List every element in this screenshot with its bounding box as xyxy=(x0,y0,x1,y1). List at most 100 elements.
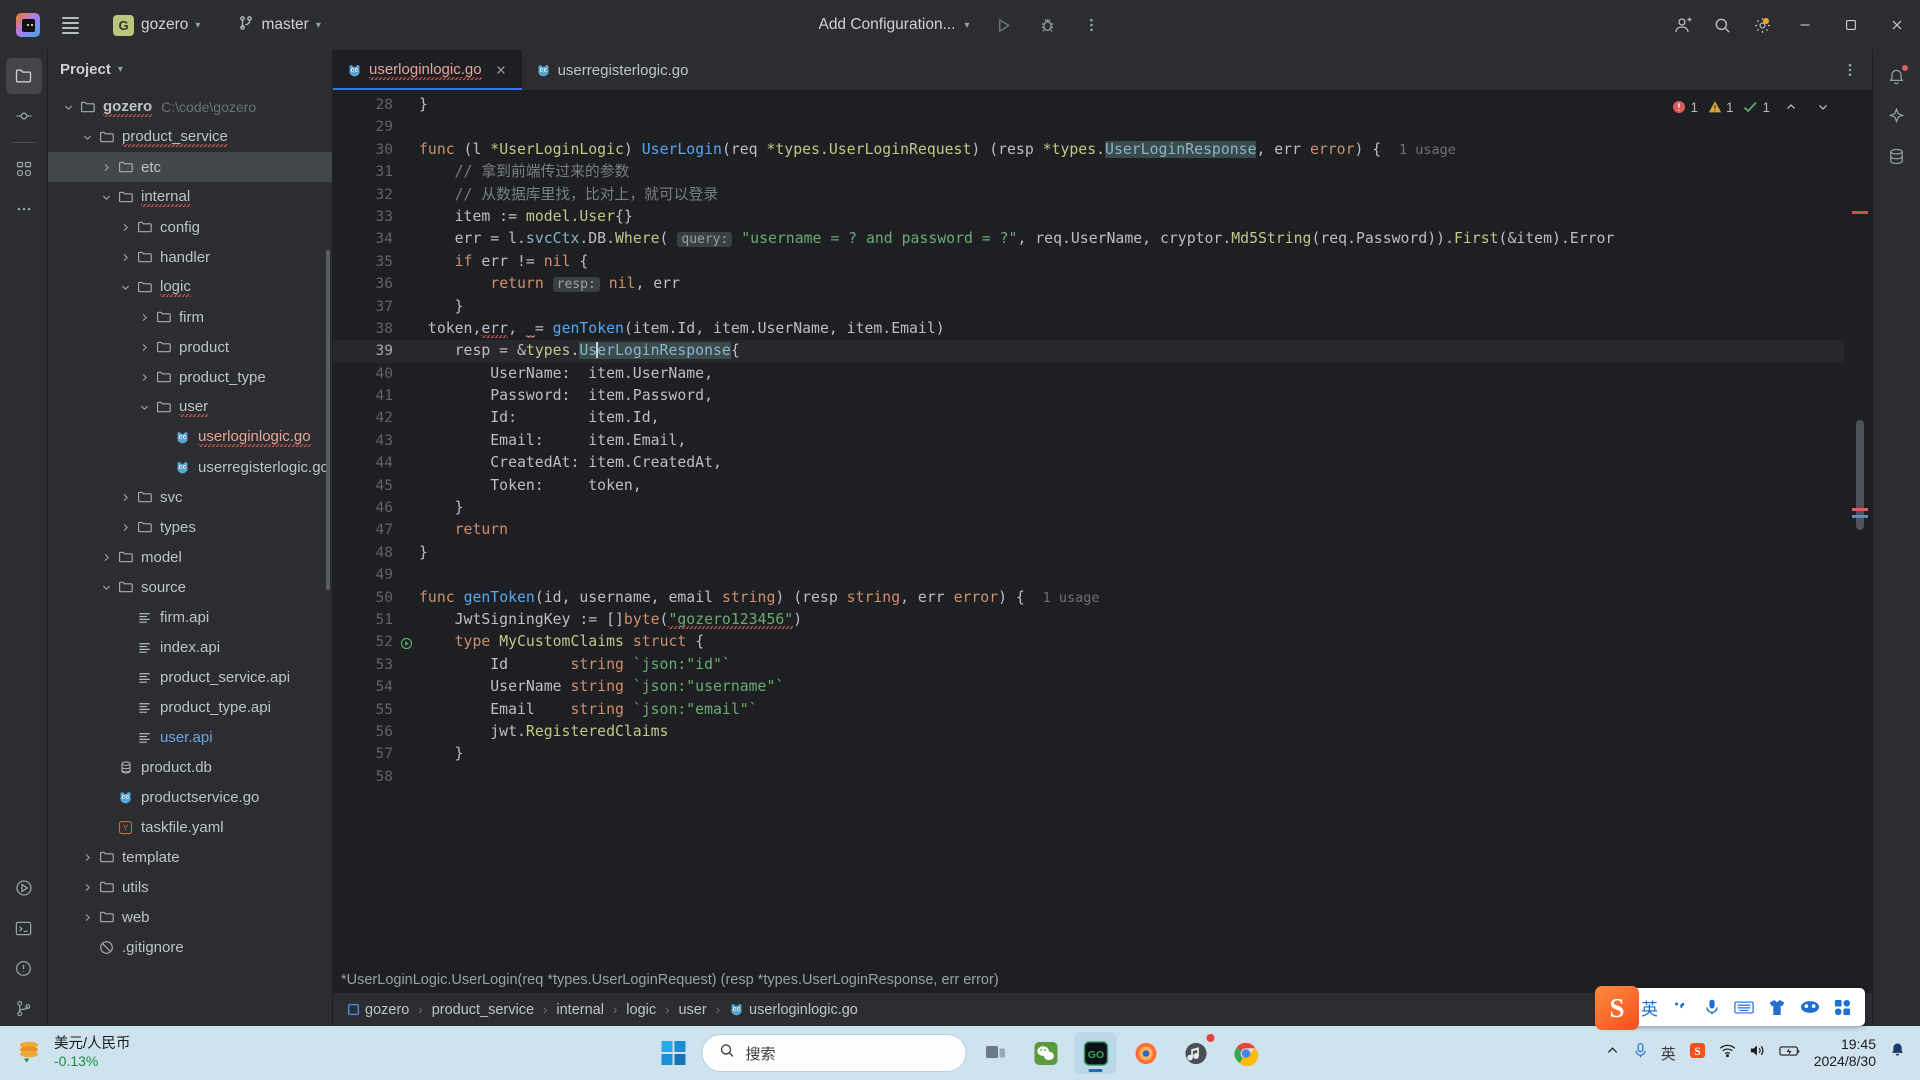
tree-node-template[interactable]: template xyxy=(48,842,332,872)
code-line-31[interactable]: // 拿到前端传过来的参数 xyxy=(405,161,1844,183)
tree-node-handler[interactable]: handler xyxy=(48,242,332,272)
editor-vertical-scrollbar[interactable] xyxy=(1856,420,1864,530)
project-tree-scrollbar[interactable] xyxy=(326,250,330,590)
sogou-logo-icon[interactable]: S xyxy=(1595,986,1639,1030)
breadcrumb-item-gozero[interactable]: gozero xyxy=(343,1000,413,1020)
code-line-56[interactable]: jwt.RegisteredClaims xyxy=(405,721,1844,743)
code-line-38[interactable]: token,err, _= genToken(item.Id, item.Use… xyxy=(405,318,1844,340)
error-stripe-marker[interactable] xyxy=(1852,508,1868,511)
ime-toolbox-icon[interactable] xyxy=(1834,999,1851,1016)
editor-tab-userloginlogic-go[interactable]: userloginlogic.go xyxy=(333,50,522,90)
line-number-36[interactable]: 36 xyxy=(333,273,405,295)
ime-keyboard-icon[interactable] xyxy=(1734,1000,1754,1015)
taskbar-search-box[interactable]: 搜索 xyxy=(701,1034,967,1072)
firefox-icon[interactable] xyxy=(1125,1032,1167,1074)
maximize-button[interactable] xyxy=(1828,0,1874,50)
tree-node-utils[interactable]: utils xyxy=(48,872,332,902)
inspection-warnings[interactable]: 1 xyxy=(1708,100,1733,115)
git-branch-widget[interactable]: master ▾ xyxy=(229,11,329,40)
more-actions-icon[interactable] xyxy=(1072,5,1112,45)
code-line-28[interactable]: } xyxy=(405,94,1844,116)
wechat-icon[interactable] xyxy=(1025,1032,1067,1074)
line-number-39[interactable]: 39 xyxy=(333,340,405,363)
line-number-29[interactable]: 29 xyxy=(333,116,405,138)
chevron-right-icon[interactable] xyxy=(81,881,94,894)
tree-node-userregisterlogic-go[interactable]: userregisterlogic.go xyxy=(48,452,332,482)
tree-node-gozero[interactable]: gozero C:\code\gozero xyxy=(48,92,332,122)
line-number-48[interactable]: 48 xyxy=(333,542,405,564)
line-number-55[interactable]: 55 xyxy=(333,699,405,721)
chevron-right-icon[interactable] xyxy=(81,911,94,924)
code-line-41[interactable]: Password: item.Password, xyxy=(405,385,1844,407)
line-number-30[interactable]: 30 xyxy=(333,139,405,161)
line-number-47[interactable]: 47 xyxy=(333,519,405,541)
tree-node-logic[interactable]: logic xyxy=(48,272,332,302)
settings-icon[interactable] xyxy=(1742,5,1782,45)
chrome-icon[interactable] xyxy=(1225,1032,1267,1074)
code-line-46[interactable]: } xyxy=(405,497,1844,519)
close-button[interactable] xyxy=(1874,0,1920,50)
tree-node-user[interactable]: user xyxy=(48,392,332,422)
code-line-50[interactable]: func genToken(id, username, email string… xyxy=(405,587,1844,609)
chevron-down-icon[interactable] xyxy=(138,401,151,414)
project-tree[interactable]: gozero C:\code\gozero product_service etc in… xyxy=(48,88,332,1026)
line-number-50[interactable]: 50 xyxy=(333,587,405,609)
line-number-51[interactable]: 51 xyxy=(333,609,405,631)
code-line-58[interactable] xyxy=(405,766,1844,788)
tree-node-model[interactable]: model xyxy=(48,542,332,572)
breadcrumb-item-product-service[interactable]: product_service xyxy=(428,1000,538,1020)
code-line-35[interactable]: if err != nil { xyxy=(405,251,1844,273)
line-number-46[interactable]: 46 xyxy=(333,497,405,519)
line-number-56[interactable]: 56 xyxy=(333,721,405,743)
line-number-49[interactable]: 49 xyxy=(333,564,405,586)
line-number-34[interactable]: 34 xyxy=(333,228,405,250)
tree-node-product-service-api[interactable]: product_service.api xyxy=(48,662,332,692)
line-number-41[interactable]: 41 xyxy=(333,385,405,407)
breadcrumb-item-user[interactable]: user xyxy=(674,1000,710,1020)
line-number-43[interactable]: 43 xyxy=(333,430,405,452)
tree-node-web[interactable]: web xyxy=(48,902,332,932)
line-number-31[interactable]: 31 xyxy=(333,161,405,183)
code-line-45[interactable]: Token: token, xyxy=(405,475,1844,497)
close-icon[interactable] xyxy=(493,62,510,79)
run-button[interactable] xyxy=(984,5,1024,45)
breadcrumb-item-internal[interactable]: internal xyxy=(552,1000,608,1020)
line-number-38[interactable]: 38 xyxy=(333,318,405,340)
tree-node-svc[interactable]: svc xyxy=(48,482,332,512)
notifications-icon[interactable] xyxy=(1879,58,1915,94)
ime-english-icon[interactable]: 英 xyxy=(1661,1043,1676,1064)
tree-node-internal[interactable]: internal xyxy=(48,182,332,212)
line-number-32[interactable]: 32 xyxy=(333,184,405,206)
ime-skin-icon[interactable] xyxy=(1768,999,1786,1016)
code-line-47[interactable]: return xyxy=(405,519,1844,541)
inspection-errors[interactable]: 1 xyxy=(1672,100,1698,115)
code-line-33[interactable]: item := model.User{} xyxy=(405,206,1844,228)
code-line-30[interactable]: func (l *UserLoginLogic) UserLogin(req *… xyxy=(405,139,1844,161)
line-number-40[interactable]: 40 xyxy=(333,363,405,385)
code-line-43[interactable]: Email: item.Email, xyxy=(405,430,1844,452)
sogou-icon[interactable]: S xyxy=(1689,1042,1706,1064)
code-line-34[interactable]: err = l.svcCtx.DB.Where( query: "usernam… xyxy=(405,228,1844,250)
editor-line-number-gutter[interactable]: 28 29 30 31 32 33 34 35 36 37 38 39 40 41 42 43 44 45 46 47… xyxy=(333,90,413,967)
code-line-54[interactable]: UserName string `json:"username"` xyxy=(405,676,1844,698)
tree-node-product-db[interactable]: product.db xyxy=(48,752,332,782)
chevron-right-icon[interactable] xyxy=(138,341,151,354)
tool-button-commit[interactable] xyxy=(6,98,42,134)
line-number-57[interactable]: 57 xyxy=(333,743,405,765)
chevron-right-icon[interactable] xyxy=(119,521,132,534)
code-line-53[interactable]: Id string `json:"id"` xyxy=(405,654,1844,676)
volume-icon[interactable] xyxy=(1749,1043,1766,1063)
tree-node-productservice-go[interactable]: productservice.go xyxy=(48,782,332,812)
chevron-right-icon[interactable] xyxy=(138,311,151,324)
chevron-up-icon[interactable] xyxy=(1780,96,1802,118)
code-line-40[interactable]: UserName: item.UserName, xyxy=(405,363,1844,385)
windows-start-icon[interactable] xyxy=(654,1033,694,1073)
code-line-51[interactable]: JwtSigningKey := []byte("gozero123456") xyxy=(405,609,1844,631)
code-line-37[interactable]: } xyxy=(405,296,1844,318)
tree-node-user-api[interactable]: user.api xyxy=(48,722,332,752)
chevron-down-icon[interactable] xyxy=(62,101,75,114)
inspection-checks[interactable]: 1 xyxy=(1743,100,1770,115)
ime-punctuation-icon[interactable] xyxy=(1672,999,1690,1015)
chevron-right-icon[interactable] xyxy=(100,551,113,564)
tool-button-project[interactable] xyxy=(5,58,42,94)
